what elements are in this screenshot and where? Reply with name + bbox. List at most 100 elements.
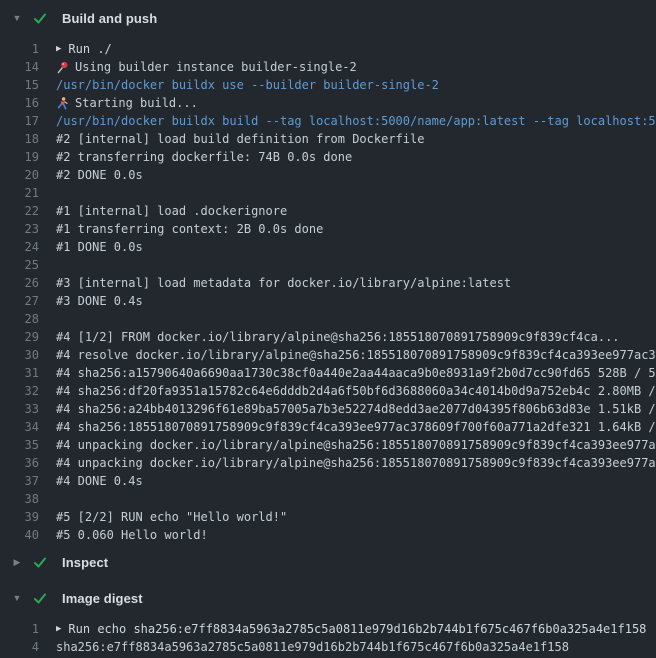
line-number-link[interactable]: 28 <box>0 310 39 328</box>
check-icon <box>30 592 50 605</box>
line-number-link[interactable]: 31 <box>0 364 39 382</box>
log-text: Starting build... <box>75 94 198 112</box>
line-number-link[interactable]: 23 <box>0 220 39 238</box>
section-header-inspect[interactable]: ▶ Inspect <box>0 544 656 580</box>
line-number-link[interactable]: 18 <box>0 130 39 148</box>
log-text: #4 DONE 0.4s <box>56 472 143 490</box>
line-number-link[interactable]: 14 <box>0 58 39 76</box>
log-line: 30#4 resolve docker.io/library/alpine@sh… <box>0 346 656 364</box>
log-text: #2 transferring dockerfile: 74B 0.0s don… <box>56 148 352 166</box>
section-title: Inspect <box>62 555 108 570</box>
check-icon <box>30 12 50 25</box>
check-icon <box>30 556 50 569</box>
log-line: 31 #4 sha256:a15790640a6690aa1730c38cf0a4… <box>0 364 656 382</box>
log-text: Using builder instance builder-single-2 <box>75 58 357 76</box>
log-text: #5 [2/2] RUN echo "Hello world!" <box>56 508 287 526</box>
chevron-right-icon[interactable]: ▶ <box>6 544 28 580</box>
section-title: Build and push <box>62 11 157 26</box>
log-line: 35 #4 unpacking docker.io/library/alpine@… <box>0 436 656 454</box>
log-line: 20#2 DONE 0.0s <box>0 166 656 184</box>
line-number-link[interactable]: 15 <box>0 76 39 94</box>
log-text: #4 [1/2] FROM docker.io/library/alpine@s… <box>56 328 620 346</box>
actions-log-viewer: ▼Build and push1▶Run ./14Using builder i… <box>0 0 656 658</box>
log-line: 28 <box>0 310 656 328</box>
log-line: 32 #4 sha256:df20fa9351a15782c64e6dddb2d4… <box>0 382 656 400</box>
log-line: 17/usr/bin/docker buildx build --tag loc… <box>0 112 656 130</box>
log-text: Run ./ <box>68 40 111 58</box>
log-line: 33 #4 sha256:a24bb4013296f61e89ba57005a7b… <box>0 400 656 418</box>
line-number-link[interactable]: 1 <box>0 620 39 638</box>
log-section-build-and-push: ▼ Build and push 1 ▶ Run ./ 14 Using builder i… <box>0 0 656 544</box>
section-lines: 1 ▶ Run ./ 14 Using builder instance builder… <box>0 40 656 544</box>
log-text: #4 sha256:a24bb4013296f61e89ba57005a7b3e… <box>56 400 656 418</box>
line-number-link[interactable]: 24 <box>0 238 39 256</box>
line-number-link[interactable]: 22 <box>0 202 39 220</box>
log-line: 38 <box>0 490 656 508</box>
line-number-link[interactable]: 37 <box>0 472 39 490</box>
log-line: 4 sha256:e7ff8834a5963a2785c5a0811e979d16… <box>0 638 656 656</box>
log-text: #1 transferring context: 2B 0.0s done <box>56 220 323 238</box>
log-line: 18#2 [internal] load build definition fr… <box>0 130 656 148</box>
line-number-link[interactable]: 38 <box>0 490 39 508</box>
runner-icon <box>56 97 69 110</box>
log-line: 25 <box>0 256 656 274</box>
log-line: 15/usr/bin/docker buildx use --builder b… <box>0 76 656 94</box>
line-number-link[interactable]: 27 <box>0 292 39 310</box>
log-line: 21 <box>0 184 656 202</box>
line-number-link[interactable]: 17 <box>0 112 39 130</box>
log-section-image-digest: ▼ Image digest 1 ▶ Run echo sha256:e7ff8834a… <box>0 580 656 656</box>
line-number-link[interactable]: 35 <box>0 436 39 454</box>
line-number-link[interactable]: 4 <box>0 638 39 656</box>
log-text: #1 [internal] load .dockerignore <box>56 202 287 220</box>
section-lines: 1 ▶ Run echo sha256:e7ff8834a5963a2785c5a0… <box>0 620 656 656</box>
line-number-link[interactable]: 16 <box>0 94 39 112</box>
log-text: /usr/bin/docker buildx build --tag local… <box>56 112 656 130</box>
log-text: sha256:e7ff8834a5963a2785c5a0811e979d16b… <box>56 638 569 656</box>
log-section-inspect: ▶ Inspect <box>0 544 656 580</box>
log-line: 22 #1 [internal] load .dockerignore <box>0 202 656 220</box>
line-number-link[interactable]: 1 <box>0 40 39 58</box>
line-number-link[interactable]: 20 <box>0 166 39 184</box>
chevron-down-icon[interactable]: ▼ <box>6 0 28 36</box>
line-number-link[interactable]: 29 <box>0 328 39 346</box>
log-text: Run echo sha256:e7ff8834a5963a2785c5a081… <box>68 620 646 638</box>
pushpin-icon <box>56 61 69 74</box>
line-number-link[interactable]: 36 <box>0 454 39 472</box>
section-title: Image digest <box>62 591 143 606</box>
log-line: 19 #2 transferring dockerfile: 74B 0.0s d… <box>0 148 656 166</box>
log-text: #4 sha256:a15790640a6690aa1730c38cf0a440… <box>56 364 656 382</box>
line-number-link[interactable]: 32 <box>0 382 39 400</box>
log-line: 29 #4 [1/2] FROM docker.io/library/alpine… <box>0 328 656 346</box>
log-line: 24 #1 DONE 0.0s <box>0 238 656 256</box>
section-header-image-digest[interactable]: ▼ Image digest <box>0 580 656 616</box>
log-line: 37 #4 DONE 0.4s <box>0 472 656 490</box>
line-number-link[interactable]: 19 <box>0 148 39 166</box>
log-line: 27#3 DONE 0.4s <box>0 292 656 310</box>
log-text: #3 [internal] load metadata for docker.i… <box>56 274 511 292</box>
line-number-link[interactable]: 26 <box>0 274 39 292</box>
log-text: #4 unpacking docker.io/library/alpine@sh… <box>56 454 656 472</box>
line-number-link[interactable]: 40 <box>0 526 39 544</box>
log-text: #1 DONE 0.0s <box>56 238 143 256</box>
log-line: 34 #4 sha256:185518070891758909c9f839cf4c… <box>0 418 656 436</box>
section-header-build-and-push[interactable]: ▼ Build and push <box>0 0 656 36</box>
log-line: 14 Using builder instance builder-single-… <box>0 58 656 76</box>
line-number-link[interactable]: 25 <box>0 256 39 274</box>
line-number-link[interactable]: 39 <box>0 508 39 526</box>
line-number-link[interactable]: 33 <box>0 400 39 418</box>
log-line: 1 ▶ Run echo sha256:e7ff8834a5963a2785c5a0… <box>0 620 656 638</box>
log-text: /usr/bin/docker buildx use --builder bui… <box>56 76 439 94</box>
log-line: 23 #1 transferring context: 2B 0.0s done <box>0 220 656 238</box>
line-number-link[interactable]: 30 <box>0 346 39 364</box>
expand-group-icon[interactable]: ▶ <box>56 620 61 638</box>
line-number-link[interactable]: 21 <box>0 184 39 202</box>
log-text: #4 sha256:185518070891758909c9f839cf4ca3… <box>56 418 656 436</box>
log-text: #4 unpacking docker.io/library/alpine@sh… <box>56 436 656 454</box>
line-number-link[interactable]: 34 <box>0 418 39 436</box>
expand-group-icon[interactable]: ▶ <box>56 40 61 58</box>
log-line: 16 Starting build... <box>0 94 656 112</box>
log-text: #4 sha256:df20fa9351a15782c64e6dddb2d4a6… <box>56 382 656 400</box>
log-line: 40#5 0.060 Hello world! <box>0 526 656 544</box>
log-line: 36 #4 unpacking docker.io/library/alpine@… <box>0 454 656 472</box>
chevron-down-icon[interactable]: ▼ <box>6 580 28 616</box>
